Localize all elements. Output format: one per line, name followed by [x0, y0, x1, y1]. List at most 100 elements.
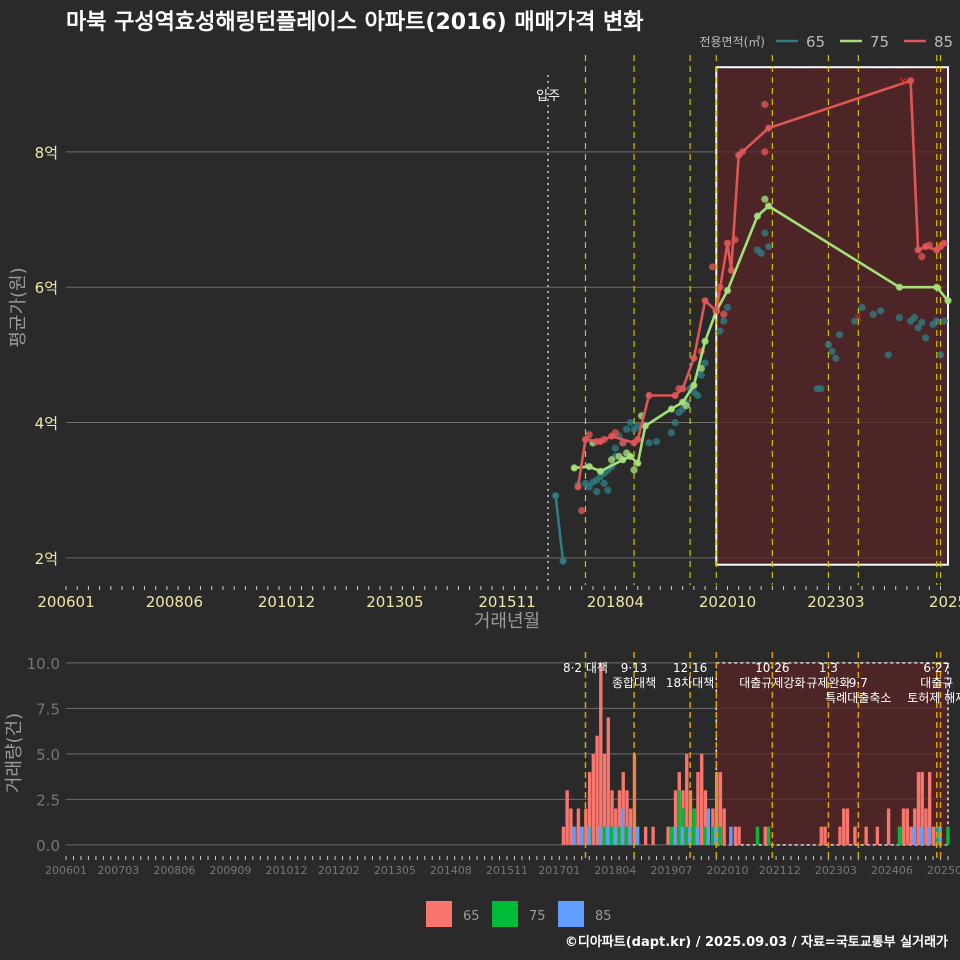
- policy-label: 대출규제강화: [739, 676, 805, 690]
- bottom-x-tick-label: 201012: [266, 864, 308, 877]
- bar-65: [763, 826, 767, 845]
- bottom-x-tick-label: 202010: [707, 864, 749, 877]
- bar-75: [669, 826, 674, 845]
- line-vertex-85: [766, 125, 772, 131]
- bar-65: [565, 790, 569, 845]
- line-vertex-85: [934, 247, 940, 253]
- line-vertex-75: [627, 453, 633, 460]
- bottom-y-tick-label: 7.5: [36, 700, 60, 718]
- data-point-65: [611, 444, 619, 452]
- bar-65: [737, 826, 741, 845]
- bottom-x-tick-label: 200806: [153, 864, 195, 877]
- bar-65: [819, 826, 823, 845]
- data-point-65: [757, 249, 765, 257]
- bar-65: [864, 826, 868, 845]
- line-vertex-75: [766, 203, 772, 209]
- bar-65: [916, 772, 921, 845]
- bar-65: [838, 826, 842, 845]
- line-vertex-85: [728, 267, 734, 273]
- bottom-x-tick-label: 202303: [815, 864, 857, 877]
- bar-75: [624, 826, 629, 845]
- bar-75: [710, 826, 715, 845]
- bar-85: [919, 826, 924, 845]
- line-vertex-85: [680, 386, 686, 392]
- data-point-65: [604, 486, 612, 494]
- data-point-65: [667, 429, 676, 437]
- y-tick-label: 8억: [35, 144, 58, 162]
- bar-65: [561, 826, 566, 845]
- legend-bar-label-75: 75: [529, 909, 546, 924]
- bar-75: [602, 826, 606, 845]
- data-point-65: [697, 371, 705, 379]
- bar-65: [875, 826, 880, 845]
- x-tick-label: 201511: [478, 593, 535, 611]
- bar-65: [722, 808, 726, 845]
- data-point-65: [671, 418, 679, 427]
- bar-75: [703, 826, 707, 845]
- line-vertex-75: [934, 284, 940, 290]
- data-point-75: [761, 195, 769, 203]
- data-point-65: [836, 330, 844, 339]
- data-point-85: [761, 148, 769, 156]
- data-point-65: [869, 310, 877, 318]
- policy-label: 9·7: [849, 676, 868, 690]
- data-point-65: [936, 351, 945, 359]
- bar-85: [628, 826, 632, 845]
- line-vertex-85: [582, 436, 589, 443]
- bar-65: [606, 717, 610, 845]
- bar-75: [677, 790, 681, 845]
- bar-85: [605, 826, 610, 845]
- bottom-y-tick-label: 0.0: [36, 837, 60, 855]
- bar-65: [666, 826, 670, 845]
- bar-65: [700, 753, 704, 845]
- data-point-65: [832, 354, 840, 362]
- line-vertex-75: [635, 460, 641, 466]
- data-point-85: [918, 253, 926, 261]
- data-point-65: [716, 327, 724, 335]
- chart-svg: 2억 4억 6억 8억 200601 200806 201012 201305 201511 20…: [4, 33, 960, 927]
- line-vertex-85: [672, 392, 678, 399]
- footer-credit: ©디아파트(dapt.kr) / 2025.09.03 / 자료=국토교통부 실…: [564, 935, 948, 950]
- legend-label-65: 65: [806, 33, 825, 51]
- data-point-85: [708, 263, 717, 271]
- line-vertex-75: [702, 338, 708, 344]
- bottom-x-tick-label: 201202: [318, 864, 360, 877]
- line-vertex-85: [713, 308, 719, 314]
- legend-bar-swatch-65: [426, 901, 452, 927]
- bar-65: [651, 826, 655, 845]
- data-point-65: [761, 229, 769, 237]
- data-point-65: [910, 314, 918, 322]
- x-tick-label: 2025: [929, 593, 960, 611]
- bar-65: [845, 808, 850, 845]
- bar-85: [912, 826, 916, 845]
- bottom-x-tick-label: 202509: [927, 864, 960, 877]
- bar-65: [931, 826, 936, 845]
- bar-75: [609, 826, 614, 845]
- line-vertex-85: [691, 355, 697, 361]
- bar-65: [733, 826, 738, 845]
- policy-label: 1·3: [819, 661, 838, 675]
- line-vertex-85: [908, 78, 914, 84]
- bottom-x-tick-label: 200601: [45, 864, 87, 877]
- data-point-65: [884, 351, 892, 359]
- policy-label: 18차대책: [666, 675, 714, 690]
- bar-85: [729, 826, 733, 845]
- line-vertex-75: [896, 284, 903, 290]
- bottom-y-tick-label: 5.0: [36, 746, 60, 764]
- bar-85: [598, 826, 602, 845]
- bar-75: [897, 826, 902, 845]
- bar-65: [905, 808, 909, 845]
- data-point-65: [723, 303, 732, 312]
- bottom-x-tick-label: 201804: [594, 864, 636, 877]
- line-vertex-75: [754, 213, 760, 219]
- legend-title: 전용면적(㎡): [699, 35, 765, 49]
- bottom-y-tick-label: 10.0: [27, 655, 60, 673]
- y-tick-label: 4억: [35, 415, 58, 433]
- line-vertex-85: [724, 240, 731, 246]
- line-vertex-75: [586, 463, 592, 470]
- cancel-marker: ×: [853, 311, 863, 325]
- line-vertex-75: [945, 298, 951, 304]
- data-point-65: [600, 479, 608, 488]
- data-point-65: [720, 317, 728, 325]
- bottom-x-tick-label: 201907: [650, 864, 692, 877]
